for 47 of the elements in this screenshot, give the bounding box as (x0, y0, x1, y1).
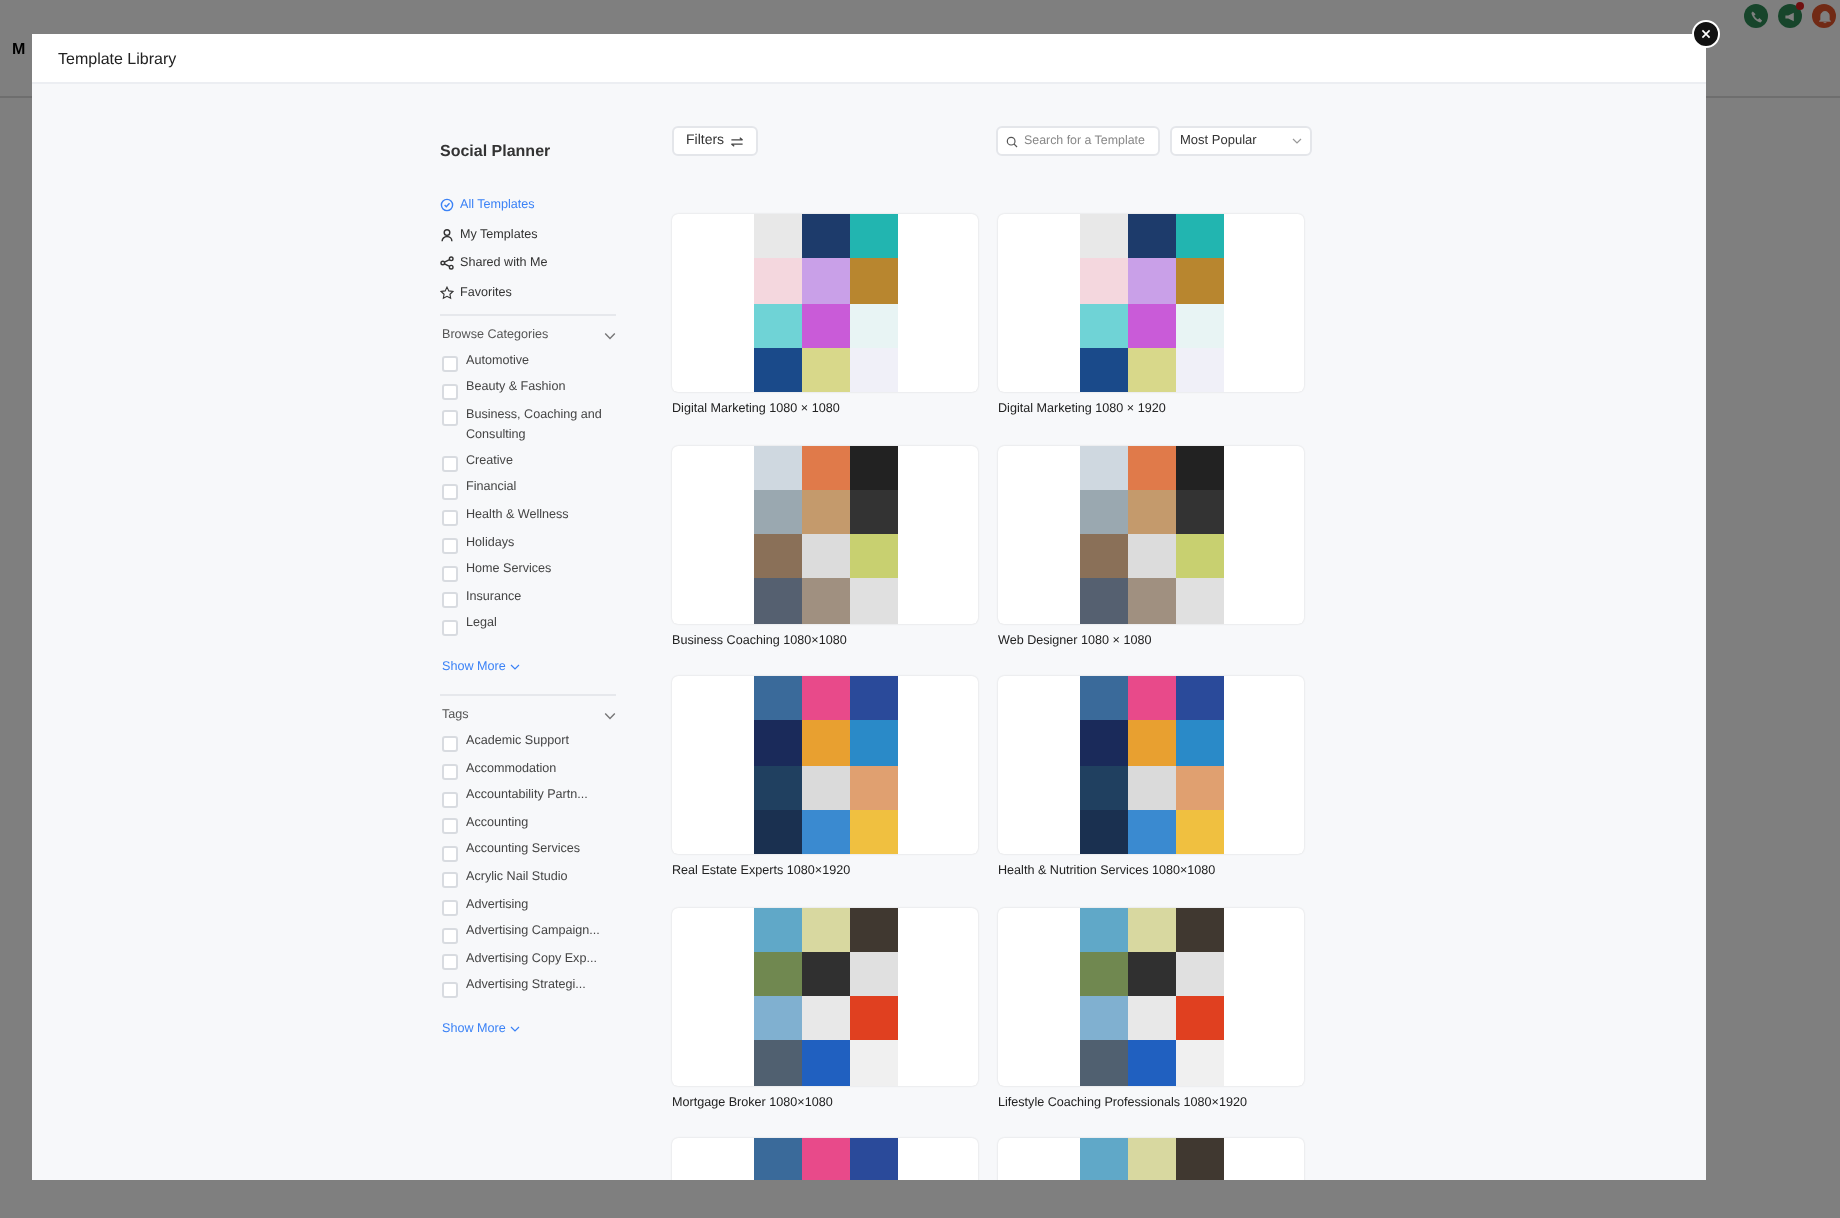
checkbox[interactable] (442, 954, 458, 971)
checkbox[interactable] (442, 791, 458, 808)
chevron-icon[interactable] (604, 711, 616, 720)
swap-arrows-icon (730, 135, 745, 147)
share-icon (440, 256, 454, 271)
star-icon (440, 285, 454, 300)
checkbox[interactable] (442, 736, 458, 753)
template-card[interactable] (672, 214, 978, 392)
chevron-icon (509, 664, 520, 671)
checkbox[interactable] (442, 410, 458, 427)
template-card[interactable] (672, 445, 978, 623)
checkbox[interactable] (442, 483, 458, 500)
checkbox[interactable] (442, 456, 458, 473)
checkbox[interactable] (442, 872, 458, 889)
close-button[interactable] (1692, 20, 1720, 48)
template-card[interactable] (672, 907, 978, 1085)
checkbox[interactable] (442, 764, 458, 781)
person-icon (440, 227, 454, 242)
megaphone-icon[interactable] (1778, 4, 1802, 28)
template-card[interactable] (672, 676, 978, 854)
checkbox[interactable] (442, 619, 458, 636)
template-card[interactable] (998, 445, 1304, 623)
checkbox[interactable] (442, 538, 458, 555)
close-icon (1700, 28, 1712, 40)
template-card[interactable] (998, 214, 1304, 392)
checkbox[interactable] (442, 845, 458, 862)
chevron-icon (1292, 138, 1302, 144)
chevron-icon[interactable] (604, 331, 616, 339)
phone-icon[interactable] (1744, 4, 1768, 28)
modal-title: Template Library (58, 49, 177, 67)
template-card[interactable] (998, 907, 1304, 1085)
checkbox[interactable] (442, 981, 458, 998)
bell-icon[interactable] (1812, 4, 1836, 28)
checkbox[interactable] (442, 356, 458, 372)
check-circle-icon (440, 198, 454, 213)
sidebar-title: Social Planner (440, 142, 553, 160)
checkbox[interactable] (442, 818, 458, 835)
template-card[interactable] (998, 676, 1304, 854)
checkbox[interactable] (442, 565, 458, 582)
checkbox[interactable] (442, 510, 458, 527)
chevron-icon (509, 1026, 520, 1033)
checkbox[interactable] (442, 383, 458, 400)
page-title: M (12, 40, 26, 58)
checkbox[interactable] (442, 900, 458, 916)
search-icon (1006, 135, 1018, 147)
checkbox[interactable] (442, 927, 458, 944)
checkbox[interactable] (442, 592, 458, 609)
